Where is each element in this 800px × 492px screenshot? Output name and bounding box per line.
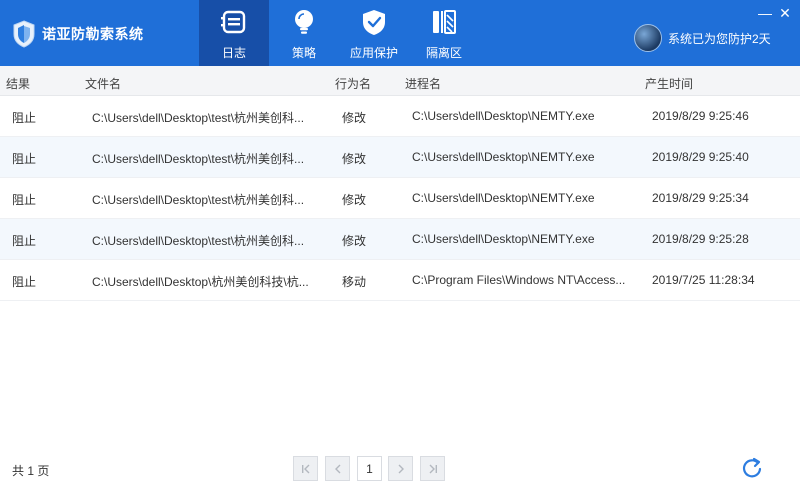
cell-time: 2019/8/29 9:25:40 [652, 150, 749, 164]
tab-log[interactable]: 日志 [199, 0, 269, 66]
tab-app-protection-label: 应用保护 [349, 46, 398, 60]
cell-process: C:\Users\dell\Desktop\NEMTY.exe [412, 191, 595, 205]
column-header-process: 进程名 [405, 77, 442, 91]
tab-policy-label: 策略 [291, 46, 316, 60]
protection-status-text: 系统已为您防护2天 [668, 31, 771, 46]
cell-action: 修改 [342, 111, 367, 125]
cell-time: 2019/8/29 9:25:34 [652, 191, 749, 205]
table-row[interactable]: 阻止 C:\Users\dell\Desktop\test\杭州美创科... 修… [0, 137, 800, 178]
cell-time: 2019/7/25 11:28:34 [652, 273, 755, 287]
cell-process: C:\Users\dell\Desktop\NEMTY.exe [412, 150, 595, 164]
avatar [634, 24, 662, 52]
refresh-icon[interactable] [741, 457, 763, 479]
cell-result: 阻止 [12, 152, 37, 166]
cell-filename: C:\Users\dell\Desktop\杭州美创科技\杭... [92, 275, 309, 289]
protection-status: 系统已为您防护2天 [634, 24, 771, 52]
next-page-button[interactable] [388, 456, 413, 481]
lightbulb-icon [295, 10, 313, 34]
shield-check-icon [363, 10, 385, 35]
table-row[interactable]: 阻止 C:\Users\dell\Desktop\test\杭州美创科... 修… [0, 96, 800, 137]
last-page-icon [429, 464, 437, 473]
column-header-time: 产生时间 [645, 77, 694, 91]
brand: 诺亚防勒索系统 [12, 20, 144, 48]
last-page-button[interactable] [420, 456, 445, 481]
table-row[interactable]: 阻止 C:\Users\dell\Desktop\test\杭州美创科... 修… [0, 219, 800, 260]
cell-action: 移动 [342, 275, 367, 289]
log-icon [221, 10, 246, 34]
column-header-action: 行为名 [335, 77, 372, 91]
cell-time: 2019/8/29 9:25:46 [652, 109, 749, 123]
cell-time: 2019/8/29 9:25:28 [652, 232, 749, 246]
first-page-button[interactable] [293, 456, 318, 481]
cell-action: 修改 [342, 193, 367, 207]
first-page-icon [301, 464, 309, 473]
column-header-result: 结果 [6, 77, 31, 91]
chevron-right-icon [398, 464, 404, 473]
tab-policy[interactable]: 策略 [269, 0, 339, 66]
app-title: 诺亚防勒索系统 [42, 26, 144, 42]
close-button[interactable]: ✕ [778, 6, 792, 20]
current-page-number: 1 [366, 461, 373, 476]
cell-result: 阻止 [12, 193, 37, 207]
cell-filename: C:\Users\dell\Desktop\test\杭州美创科... [92, 111, 305, 125]
cell-result: 阻止 [12, 275, 37, 289]
title-bar: 诺亚防勒索系统 日志 策略 应用保护 隔离区 系统已为您防护2天 — ✕ [0, 0, 800, 66]
current-page-indicator[interactable]: 1 [357, 456, 382, 481]
cell-process: C:\Users\dell\Desktop\NEMTY.exe [412, 109, 595, 123]
cell-filename: C:\Users\dell\Desktop\test\杭州美创科... [92, 152, 305, 166]
prev-page-button[interactable] [325, 456, 350, 481]
cell-process: C:\Users\dell\Desktop\NEMTY.exe [412, 232, 595, 246]
cell-filename: C:\Users\dell\Desktop\test\杭州美创科... [92, 193, 305, 207]
tab-log-label: 日志 [221, 46, 246, 60]
quarantine-icon [433, 10, 456, 34]
minimize-button[interactable]: — [758, 6, 772, 20]
column-header-filename: 文件名 [85, 77, 122, 91]
tab-quarantine-label: 隔离区 [425, 46, 462, 60]
cell-filename: C:\Users\dell\Desktop\test\杭州美创科... [92, 234, 305, 248]
noah-shield-logo-icon [13, 20, 35, 48]
tab-app-protection[interactable]: 应用保护 [339, 0, 409, 66]
cell-process: C:\Program Files\Windows NT\Access... [412, 273, 626, 287]
table-row[interactable]: 阻止 C:\Users\dell\Desktop\test\杭州美创科... 修… [0, 178, 800, 219]
table-header: 结果 文件名 行为名 进程名 产生时间 [0, 66, 800, 96]
chevron-left-icon [334, 464, 340, 473]
tab-quarantine[interactable]: 隔离区 [409, 0, 479, 66]
cell-action: 修改 [342, 234, 367, 248]
page-count-text: 共 1 页 [12, 464, 50, 478]
cell-result: 阻止 [12, 111, 37, 125]
table-row[interactable]: 阻止 C:\Users\dell\Desktop\杭州美创科技\杭... 移动 … [0, 260, 800, 301]
cell-action: 修改 [342, 152, 367, 166]
cell-result: 阻止 [12, 234, 37, 248]
